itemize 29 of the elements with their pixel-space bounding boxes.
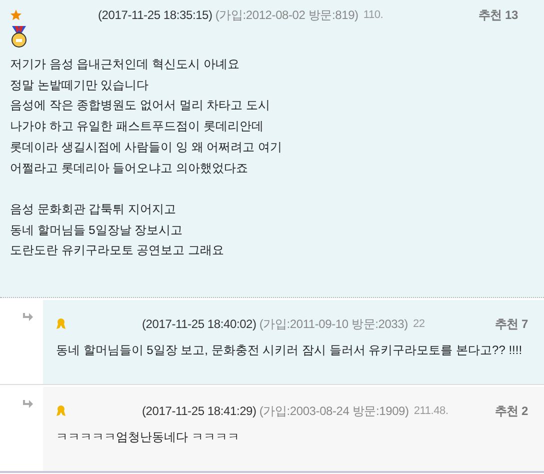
comment-date: (2017-11-25 18:35:15) <box>98 7 212 24</box>
comment-text: 나가야 하고 유일한 패스트푸드점이 롯데리안데 <box>10 118 264 136</box>
comment-text: 롯데이라 생길시점에 사람들이 잉 왜 어쩌려고 여기 <box>10 138 284 156</box>
reply-arrow-icon <box>22 399 33 410</box>
ribbon-icon <box>56 405 66 417</box>
ip-address: 211.48. <box>414 404 448 419</box>
ip-address: 110. <box>363 8 384 23</box>
comment-text: 저기가 음성 읍내근처인데 혁신도시 아녜요 <box>10 56 240 73</box>
comment-text: 음성 문화회관 갑툭튀 지어지고 <box>10 200 178 218</box>
likes-count[interactable]: 추천 13 <box>478 6 518 24</box>
comment-text: 동네 할머님들이 5일장 보고, 문화충전 시키러 잠시 들러서 유키구라모토를 본다고?? !!!! <box>56 342 524 359</box>
comment-date: (2017-11-25 18:41:29) <box>142 403 256 420</box>
member-info: (가입:2011-09-10 방문:2033) <box>259 316 408 333</box>
medal-icon <box>10 26 28 48</box>
likes-count[interactable]: 추천 2 <box>494 402 528 420</box>
ribbon-icon <box>56 318 66 330</box>
comment-text: 음성에 작은 종합병원도 없어서 멀리 차타고 도시 <box>10 97 272 114</box>
member-info: (가입:2012-08-02 방문:819) <box>215 7 358 24</box>
comment-text: 정말 논밭떼기만 있습니다 <box>10 76 150 94</box>
comment-date: (2017-11-25 18:40:02) <box>142 316 256 333</box>
ip-address: 22 <box>412 316 425 332</box>
reply-arrow-icon <box>22 312 33 323</box>
comment-text: ㅋㅋㅋㅋㅋ엄청난동네다 ㅋㅋㅋㅋ <box>56 429 240 446</box>
star-icon <box>10 9 22 21</box>
comment-text: 도란도란 유키구라모토 공연보고 그래요 <box>10 242 226 260</box>
likes-count[interactable]: 추천 7 <box>494 315 528 333</box>
comment-text: 동네 할머님들 5일장날 장보시고 <box>10 222 184 239</box>
member-info: (가입:2003-08-24 방문:1909) <box>259 403 409 420</box>
comment-text: 어쩔라고 롯데리아 들어오냐고 의아했었다죠 <box>10 160 250 177</box>
